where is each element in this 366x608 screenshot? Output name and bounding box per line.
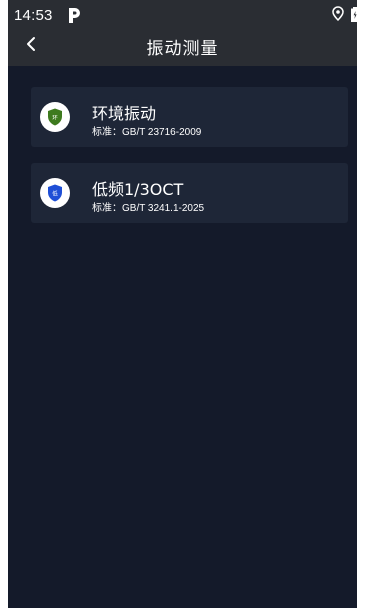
battery-icon	[351, 7, 357, 22]
item-standard: 标准：GB/T 3241.1-2025	[92, 203, 205, 214]
item-title: 环境振动	[92, 104, 157, 123]
list-item-low-frequency-oct[interactable]: 低 低频1/3OCT 标准：GB/T 3241.1-2025	[31, 163, 348, 223]
status-bar: 14:53	[8, 0, 357, 30]
shield-icon: 低	[40, 178, 70, 208]
app-screen: 14:53 振动测量 环 环境振动 标准：GB/T 23716-2009 低 低…	[8, 0, 357, 608]
list-item-environment-vibration[interactable]: 环 环境振动 标准：GB/T 23716-2009	[31, 87, 348, 147]
item-title: 低频1/3OCT	[92, 180, 184, 199]
svg-text:低: 低	[52, 190, 58, 198]
p-icon	[69, 8, 80, 23]
shield-icon: 环	[40, 102, 70, 132]
page-title: 振动测量	[146, 39, 219, 59]
location-pin-icon	[332, 6, 344, 21]
status-time: 14:53	[14, 7, 53, 24]
app-bar: 振动测量	[8, 30, 357, 66]
item-standard: 标准：GB/T 23716-2009	[92, 127, 202, 138]
svg-text:环: 环	[52, 115, 58, 122]
